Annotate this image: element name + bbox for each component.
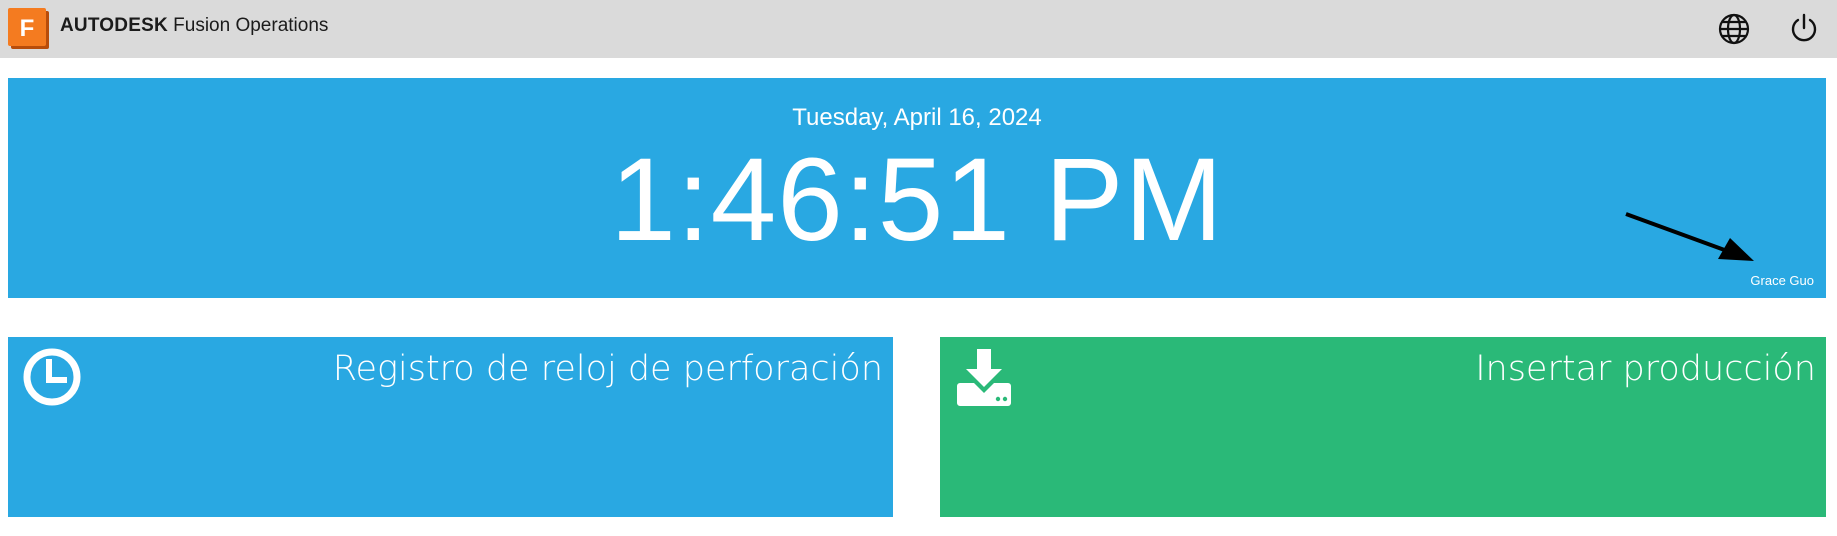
insert-production-tile[interactable]: Insertar producción bbox=[940, 337, 1826, 517]
user-name: Grace Guo bbox=[1750, 273, 1814, 288]
logo-letter: F bbox=[20, 15, 35, 42]
download-drive-icon bbox=[957, 349, 1011, 406]
brand-product: Fusion Operations bbox=[173, 15, 329, 36]
punch-clock-label: Registro de reloj de perforación bbox=[332, 349, 883, 389]
punch-clock-tile[interactable]: Registro de reloj de perforación bbox=[8, 337, 893, 517]
power-icon[interactable] bbox=[1788, 12, 1820, 44]
brand-name: AUTODESK Fusion Operations bbox=[60, 15, 328, 37]
brand-company: AUTODESK bbox=[60, 15, 168, 36]
clock-panel: Tuesday, April 16, 2024 1:46:51 PM Grace… bbox=[8, 78, 1826, 298]
current-time: 1:46:51 PM bbox=[610, 134, 1224, 266]
clock-icon bbox=[23, 348, 81, 406]
insert-production-label: Insertar producción bbox=[1475, 349, 1816, 389]
current-date: Tuesday, April 16, 2024 bbox=[792, 104, 1042, 131]
fusion-logo-icon: F bbox=[8, 8, 49, 49]
top-bar: F AUTODESK Fusion Operations bbox=[0, 0, 1837, 58]
globe-icon[interactable] bbox=[1717, 12, 1751, 46]
arrow-icon bbox=[1625, 212, 1754, 261]
